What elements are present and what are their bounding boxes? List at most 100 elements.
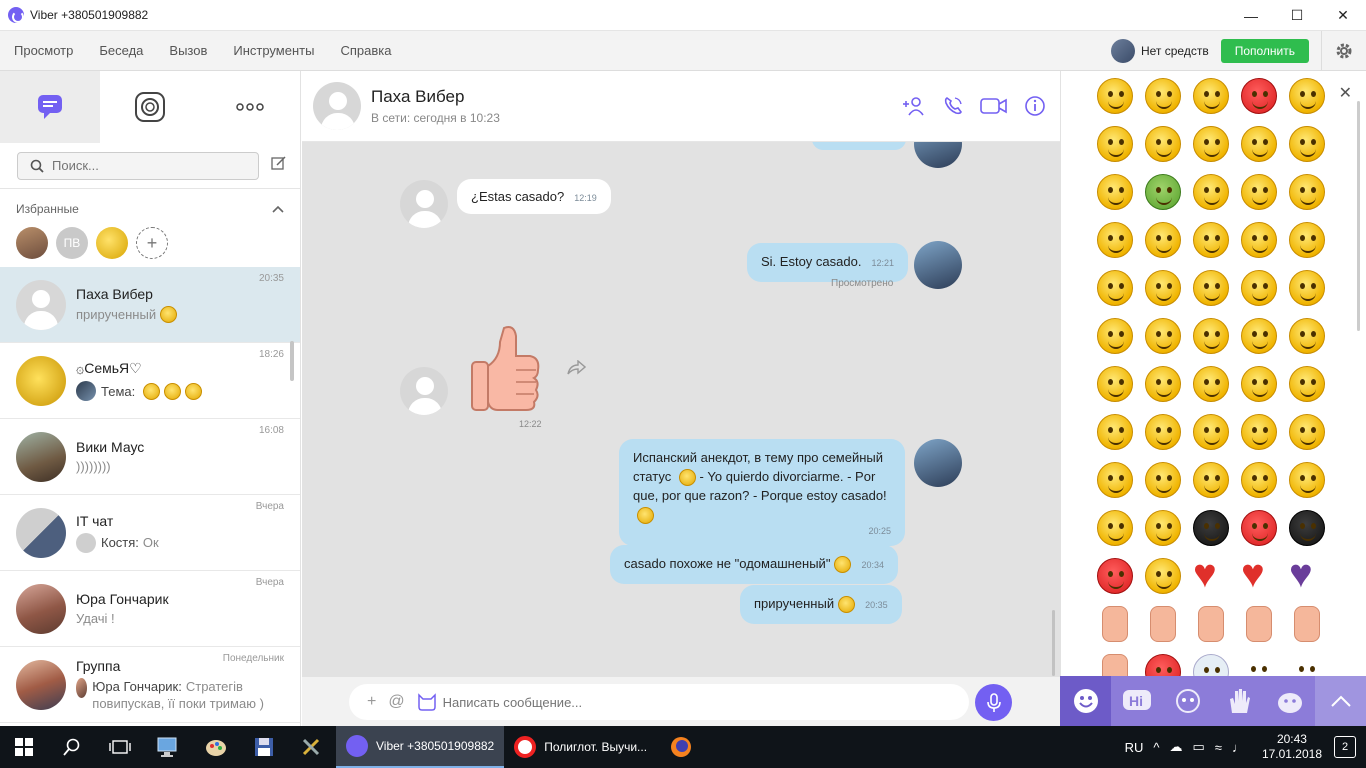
info-icon[interactable]	[1024, 95, 1046, 117]
smirk-emoji-icon[interactable]	[1193, 414, 1229, 450]
favorite-contact[interactable]	[16, 227, 48, 259]
profile-avatar[interactable]	[1110, 39, 1135, 63]
battery-icon[interactable]: ▭	[1193, 739, 1205, 755]
batman-emoji-icon[interactable]	[1289, 510, 1325, 546]
menu-tools[interactable]: Инструменты	[233, 43, 314, 58]
favorite-contact[interactable]: ПВ	[56, 227, 88, 259]
floppy-disk-icon[interactable]	[240, 726, 288, 768]
sad-emoji-icon[interactable]	[1145, 78, 1181, 114]
new-chat-icon[interactable]	[271, 155, 287, 176]
topup-button[interactable]: Пополнить	[1220, 39, 1309, 63]
sticker-cat-icon[interactable]	[417, 693, 437, 711]
angel-emoji-icon[interactable]	[1145, 558, 1181, 594]
grimace-emoji-icon[interactable]	[1289, 318, 1325, 354]
devil-emoji-icon[interactable]	[1097, 558, 1133, 594]
message-bubble-incoming[interactable]: ¿Estas casado? 12:19	[457, 179, 611, 214]
chat-item[interactable]: ۞СемьЯ♡ Тема: 18:26	[0, 343, 300, 419]
music-emoji-icon[interactable]	[1241, 462, 1277, 498]
message-bubble-outgoing[interactable]: прирученный 20:35	[740, 585, 902, 624]
tab-character-stickers[interactable]	[1162, 676, 1213, 726]
emoji-panel-scrollbar[interactable]	[1357, 101, 1360, 331]
message-bubble-outgoing[interactable]: Si. Estoy casado. 12:21	[747, 243, 908, 282]
neutral-emoji-icon[interactable]	[1193, 366, 1229, 402]
dizzy-emoji-icon[interactable]	[1097, 366, 1133, 402]
mention-icon[interactable]: @	[388, 693, 404, 711]
sunglasses-emoji-icon[interactable]	[1289, 270, 1325, 306]
annoyed-emoji-icon[interactable]	[1289, 366, 1325, 402]
language-indicator[interactable]: RU	[1125, 740, 1144, 755]
chat-item[interactable]: Группа Юра Гончарик: Стратегів повипускав…	[0, 647, 300, 723]
kiss-emoji-icon[interactable]	[1241, 126, 1277, 162]
chat-item[interactable]: Паха Вибер прирученный 20:35	[0, 267, 300, 343]
menu-help[interactable]: Справка	[340, 43, 391, 58]
task-view-icon[interactable]	[96, 726, 144, 768]
teary-emoji-icon[interactable]	[1193, 462, 1229, 498]
network-computer-icon[interactable]	[144, 726, 192, 768]
firefox-icon[interactable]	[657, 726, 705, 768]
cheerful-emoji-icon[interactable]	[1241, 222, 1277, 258]
tools-icon[interactable]	[288, 726, 336, 768]
ninja-emoji-icon[interactable]	[1193, 510, 1229, 546]
victory-hand-icon[interactable]	[1198, 606, 1224, 642]
taskbar-app-viber[interactable]: Viber +380501909882	[336, 726, 505, 768]
chat-item[interactable]: Вики Маус )))))))) 16:08	[0, 419, 300, 495]
message-field[interactable]: + @	[349, 684, 969, 720]
angry-emoji-icon[interactable]	[1241, 78, 1277, 114]
expand-panel-button[interactable]	[1315, 676, 1366, 726]
wave-hand-icon[interactable]	[1294, 606, 1320, 642]
sleep-zzz-icon[interactable]	[1241, 654, 1277, 676]
blush-kiss-emoji-icon[interactable]	[1193, 318, 1229, 354]
thumbs-down-icon[interactable]	[1102, 606, 1128, 642]
spider-emoji-icon[interactable]	[1241, 510, 1277, 546]
menu-view[interactable]: Просмотр	[14, 43, 73, 58]
crying-emoji-icon[interactable]	[1097, 174, 1133, 210]
paint-palette-icon[interactable]	[192, 726, 240, 768]
broken-heart-icon[interactable]	[1241, 552, 1277, 597]
settings-gear-icon[interactable]	[1322, 31, 1366, 71]
typing-bubble-icon[interactable]	[1193, 654, 1229, 676]
frustrated-emoji-icon[interactable]	[1145, 462, 1181, 498]
confused-emoji-icon[interactable]	[1097, 414, 1133, 450]
minimize-button[interactable]: —	[1228, 0, 1274, 31]
money-emoji-icon[interactable]	[1097, 222, 1133, 258]
tab-chats[interactable]	[0, 71, 100, 143]
thumbs-up-icon[interactable]	[1150, 606, 1176, 642]
search-icon[interactable]	[48, 726, 96, 768]
chevron-up-icon[interactable]: ^	[1153, 740, 1159, 755]
happy-emoji-icon[interactable]	[1289, 126, 1325, 162]
drool-emoji-icon[interactable]	[1241, 318, 1277, 354]
volume-icon[interactable]: ♩	[1232, 740, 1245, 755]
tab-hand-stickers[interactable]	[1213, 676, 1264, 726]
tab-more[interactable]	[200, 71, 300, 143]
menu-conversation[interactable]: Беседа	[99, 43, 143, 58]
purple-heart-icon[interactable]	[1289, 552, 1325, 597]
crazy-emoji-icon[interactable]	[1145, 270, 1181, 306]
search-box[interactable]	[17, 151, 259, 180]
wink-tongue-emoji-icon[interactable]	[1193, 78, 1229, 114]
video-call-icon[interactable]	[980, 95, 1008, 117]
chat-item[interactable]: Юра Гончарик Удачі ! Вчера	[0, 571, 300, 647]
close-window-button[interactable]: ✕	[1320, 0, 1366, 31]
tears-of-joy-emoji-icon[interactable]	[1145, 318, 1181, 354]
message-input[interactable]	[442, 694, 923, 710]
tongue-emoji-icon[interactable]	[1097, 126, 1133, 162]
tab-emoji[interactable]	[1060, 676, 1111, 726]
message-bubble-outgoing[interactable]: casado похоже не "одомашненый" 20:34	[610, 545, 898, 584]
meh-emoji-icon[interactable]	[1289, 222, 1325, 258]
forward-icon[interactable]	[566, 360, 586, 376]
tab-public-accounts[interactable]	[100, 71, 200, 143]
heart-eyes-emoji-icon[interactable]	[1289, 78, 1325, 114]
phone-call-icon[interactable]	[942, 95, 964, 117]
plus-icon[interactable]: +	[367, 693, 376, 711]
wink-emoji-icon[interactable]	[1193, 222, 1229, 258]
anger-icon[interactable]	[1145, 654, 1181, 676]
rock-hand-icon[interactable]	[1102, 654, 1128, 676]
worried-emoji-icon[interactable]	[1193, 174, 1229, 210]
notification-center-icon[interactable]: 2	[1334, 736, 1356, 758]
frown-emoji-icon[interactable]	[1097, 462, 1133, 498]
avatar[interactable]	[313, 82, 361, 130]
suspicious-emoji-icon[interactable]	[1145, 222, 1181, 258]
search-input[interactable]	[52, 158, 242, 173]
unamused-emoji-icon[interactable]	[1241, 270, 1277, 306]
menu-call[interactable]: Вызов	[169, 43, 207, 58]
